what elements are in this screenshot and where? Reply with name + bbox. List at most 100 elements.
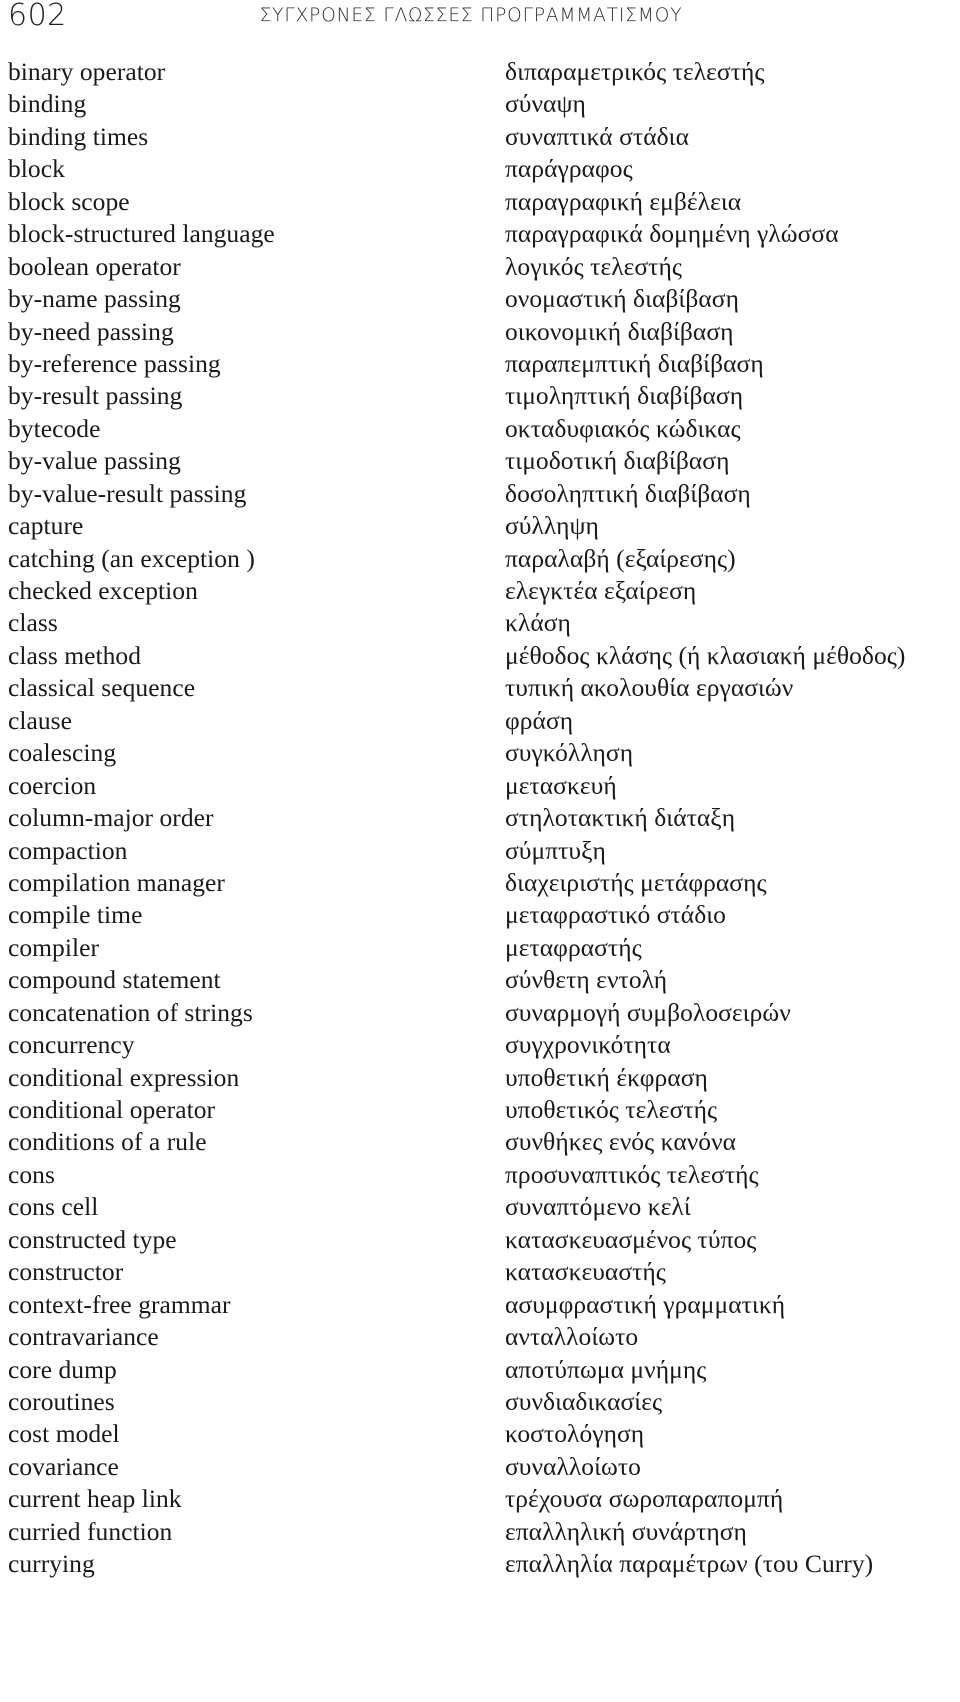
glossary-entry: clause φράση xyxy=(0,705,960,737)
glossary-entry: binding σύναψη xyxy=(0,88,960,120)
glossary-entry: block scope παραγραφική εμβέλεια xyxy=(0,186,960,218)
glossary-entry: by-name passing ονομαστική διαβίβαση xyxy=(0,283,960,315)
glossary-entry: conditions of a rule συνθήκες ενός κανόνα xyxy=(0,1126,960,1158)
glossary-term-source: by-value passing xyxy=(8,446,181,476)
glossary-entry: covariance συναλλοίωτο xyxy=(0,1451,960,1483)
glossary-term-source: by-need passing xyxy=(8,316,174,346)
glossary-entry: by-need passing οικονομική διαβίβαση xyxy=(0,316,960,348)
glossary-term-translation: αποτύπωμα μνήμης xyxy=(505,1354,707,1384)
glossary-entry: concurrency συγχρονικότητα xyxy=(0,1029,960,1061)
glossary-term-source: class xyxy=(8,608,58,638)
glossary-term-translation: ασυμφραστική γραμματική xyxy=(505,1289,786,1319)
glossary-term-source: boolean operator xyxy=(8,251,181,281)
glossary-entry: curried function επαλληλική συνάρτηση xyxy=(0,1516,960,1548)
glossary-term-translation: φράση xyxy=(505,705,574,735)
glossary-entry: by-value passing τιμοδοτική διαβίβαση xyxy=(0,445,960,477)
glossary-term-source: by-result passing xyxy=(8,381,183,411)
glossary-term-source: classical sequence xyxy=(8,673,196,703)
glossary-term-source: class method xyxy=(8,640,142,670)
glossary-entry: compilation manager διαχειριστής μετάφρασ… xyxy=(0,867,960,899)
glossary-term-source: column-major order xyxy=(8,803,214,833)
glossary-term-source: by-value-result passing xyxy=(8,478,247,508)
glossary-term-translation: συναλλοίωτο xyxy=(505,1451,641,1481)
glossary-term-translation: συνθήκες ενός κανόνα xyxy=(505,1127,737,1157)
glossary-entry: conditional operator υποθετικός τελεστής xyxy=(0,1094,960,1126)
glossary-term-translation: τιμοδοτική διαβίβαση xyxy=(505,446,730,476)
glossary-term-source: binding times xyxy=(8,121,149,151)
glossary-term-translation: σύναψη xyxy=(505,89,586,119)
glossary-term-source: binary operator xyxy=(8,57,166,86)
glossary-term-source: by-reference passing xyxy=(8,348,221,378)
glossary-entry: classical sequence τυπική ακολουθία εργασ… xyxy=(0,672,960,704)
glossary-entry: cons cell συναπτόμενο κελί xyxy=(0,1191,960,1223)
glossary-term-source: block scope xyxy=(8,186,130,216)
glossary-entry: conditional expression υποθετική έκφραση xyxy=(0,1062,960,1094)
glossary-entry: currying επαλληλία παραμέτρων (του Curry) xyxy=(0,1548,960,1580)
glossary-term-source: cost model xyxy=(8,1419,120,1449)
glossary-entry: binding times συναπτικά στάδια xyxy=(0,121,960,153)
glossary-entry: core dump αποτύπωμα μνήμης xyxy=(0,1354,960,1386)
glossary-term-source: block-structured language xyxy=(8,219,275,249)
glossary-entry: contravariance ανταλλοίωτο xyxy=(0,1321,960,1353)
glossary-term-source: catching (an exception ) xyxy=(8,543,255,573)
glossary-term-translation: μετασκευή xyxy=(505,770,617,800)
glossary-term-source: capture xyxy=(8,511,84,541)
glossary-term-source: compile time xyxy=(8,900,143,930)
glossary-entry: column-major order στηλοτακτική διάταξη xyxy=(0,802,960,834)
glossary-term-source: compound statement xyxy=(8,965,221,995)
glossary-term-source: concurrency xyxy=(8,1030,135,1060)
glossary-entry: by-result passing τιμοληπτική διαβίβαση xyxy=(0,380,960,412)
glossary-entry: boolean operator λογικός τελεστής xyxy=(0,251,960,283)
glossary-term-source: current heap link xyxy=(8,1484,182,1514)
glossary-term-source: block xyxy=(8,154,65,184)
glossary-term-translation: προσυναπτικός τελεστής xyxy=(505,1159,759,1189)
glossary-term-translation: μεταφραστικό στάδιο xyxy=(505,900,726,930)
glossary-term-translation: τρέχουσα σωροπαραπομπή xyxy=(505,1484,784,1514)
glossary-entry: compaction σύμπτυξη xyxy=(0,835,960,867)
glossary-term-translation: συγκόλληση xyxy=(505,738,634,768)
glossary-term-source: clause xyxy=(8,705,73,735)
glossary-entry: context-free grammar ασυμφραστική γραμματ… xyxy=(0,1289,960,1321)
glossary-term-translation: παραγραφική εμβέλεια xyxy=(505,186,742,216)
glossary-term-translation: στηλοτακτική διάταξη xyxy=(505,803,736,833)
glossary-term-source: bytecode xyxy=(8,413,101,443)
glossary-term-translation: συναπτικά στάδια xyxy=(505,121,689,151)
glossary-term-source: by-name passing xyxy=(8,284,181,314)
glossary-term-source: compaction xyxy=(8,835,128,865)
glossary-term-source: coroutines xyxy=(8,1386,115,1416)
glossary-term-translation: μέθοδος κλάσης (ή κλασιακή μέθοδος) xyxy=(505,640,906,670)
glossary-term-source: core dump xyxy=(8,1354,117,1384)
glossary-term-translation: κατασκευασμένος τύπος xyxy=(505,1224,757,1254)
glossary-term-translation: παραλαβή (εξαίρεσης) xyxy=(505,543,736,573)
glossary-term-translation: επαλληλία παραμέτρων (του Curry) xyxy=(505,1549,874,1579)
glossary-term-translation: παραγραφικά δομημένη γλώσσα xyxy=(505,219,839,249)
glossary-entry: capture σύλληψη xyxy=(0,510,960,542)
glossary-term-source: conditions of a rule xyxy=(8,1127,207,1157)
glossary-term-source: contravariance xyxy=(8,1322,159,1352)
glossary-term-translation: συναπτόμενο κελί xyxy=(505,1192,691,1222)
glossary-term-translation: υποθετικός τελεστής xyxy=(505,1095,718,1124)
glossary-term-source: constructor xyxy=(8,1257,124,1287)
glossary-term-translation: συνδιαδικασίες xyxy=(505,1386,663,1416)
glossary-term-translation: σύλληψη xyxy=(505,511,599,541)
glossary-list: binary operator διπαραμετρικός τελεστής bi… xyxy=(0,56,960,1581)
glossary-term-source: curried function xyxy=(8,1516,173,1546)
glossary-term-translation: διπαραμετρικός τελεστής xyxy=(505,57,765,86)
glossary-entry: current heap link τρέχουσα σωροπαραπομπή xyxy=(0,1483,960,1515)
glossary-entry: binary operator διπαραμετρικός τελεστής xyxy=(0,56,960,88)
glossary-term-source: binding xyxy=(8,89,87,119)
glossary-term-translation: διαχειριστής μετάφρασης xyxy=(505,867,767,897)
glossary-term-translation: σύμπτυξη xyxy=(505,835,606,865)
glossary-term-translation: λογικός τελεστής xyxy=(505,251,683,281)
glossary-term-translation: παράγραφος xyxy=(505,154,633,184)
glossary-term-translation: κλάση xyxy=(505,608,571,638)
running-title: ΣΥΓΧΡΟΝΕΣ ΓΛΩΣΣΕΣ ΠΡΟΓΡΑΜΜΑΤΙΣΜΟΥ xyxy=(259,5,683,26)
glossary-term-translation: τιμοληπτική διαβίβαση xyxy=(505,381,744,411)
glossary-entry: constructor κατασκευαστής xyxy=(0,1256,960,1288)
glossary-entry: block παράγραφος xyxy=(0,153,960,185)
glossary-entry: constructed type κατασκευασμένος τύπος xyxy=(0,1224,960,1256)
glossary-entry: block-structured language παραγραφικά δομ… xyxy=(0,218,960,250)
glossary-term-translation: παραπεμπτική διαβίβαση xyxy=(505,348,764,378)
glossary-term-translation: επαλληλική συνάρτηση xyxy=(505,1516,747,1546)
glossary-term-translation: οκταδυφιακός κώδικας xyxy=(505,413,741,443)
